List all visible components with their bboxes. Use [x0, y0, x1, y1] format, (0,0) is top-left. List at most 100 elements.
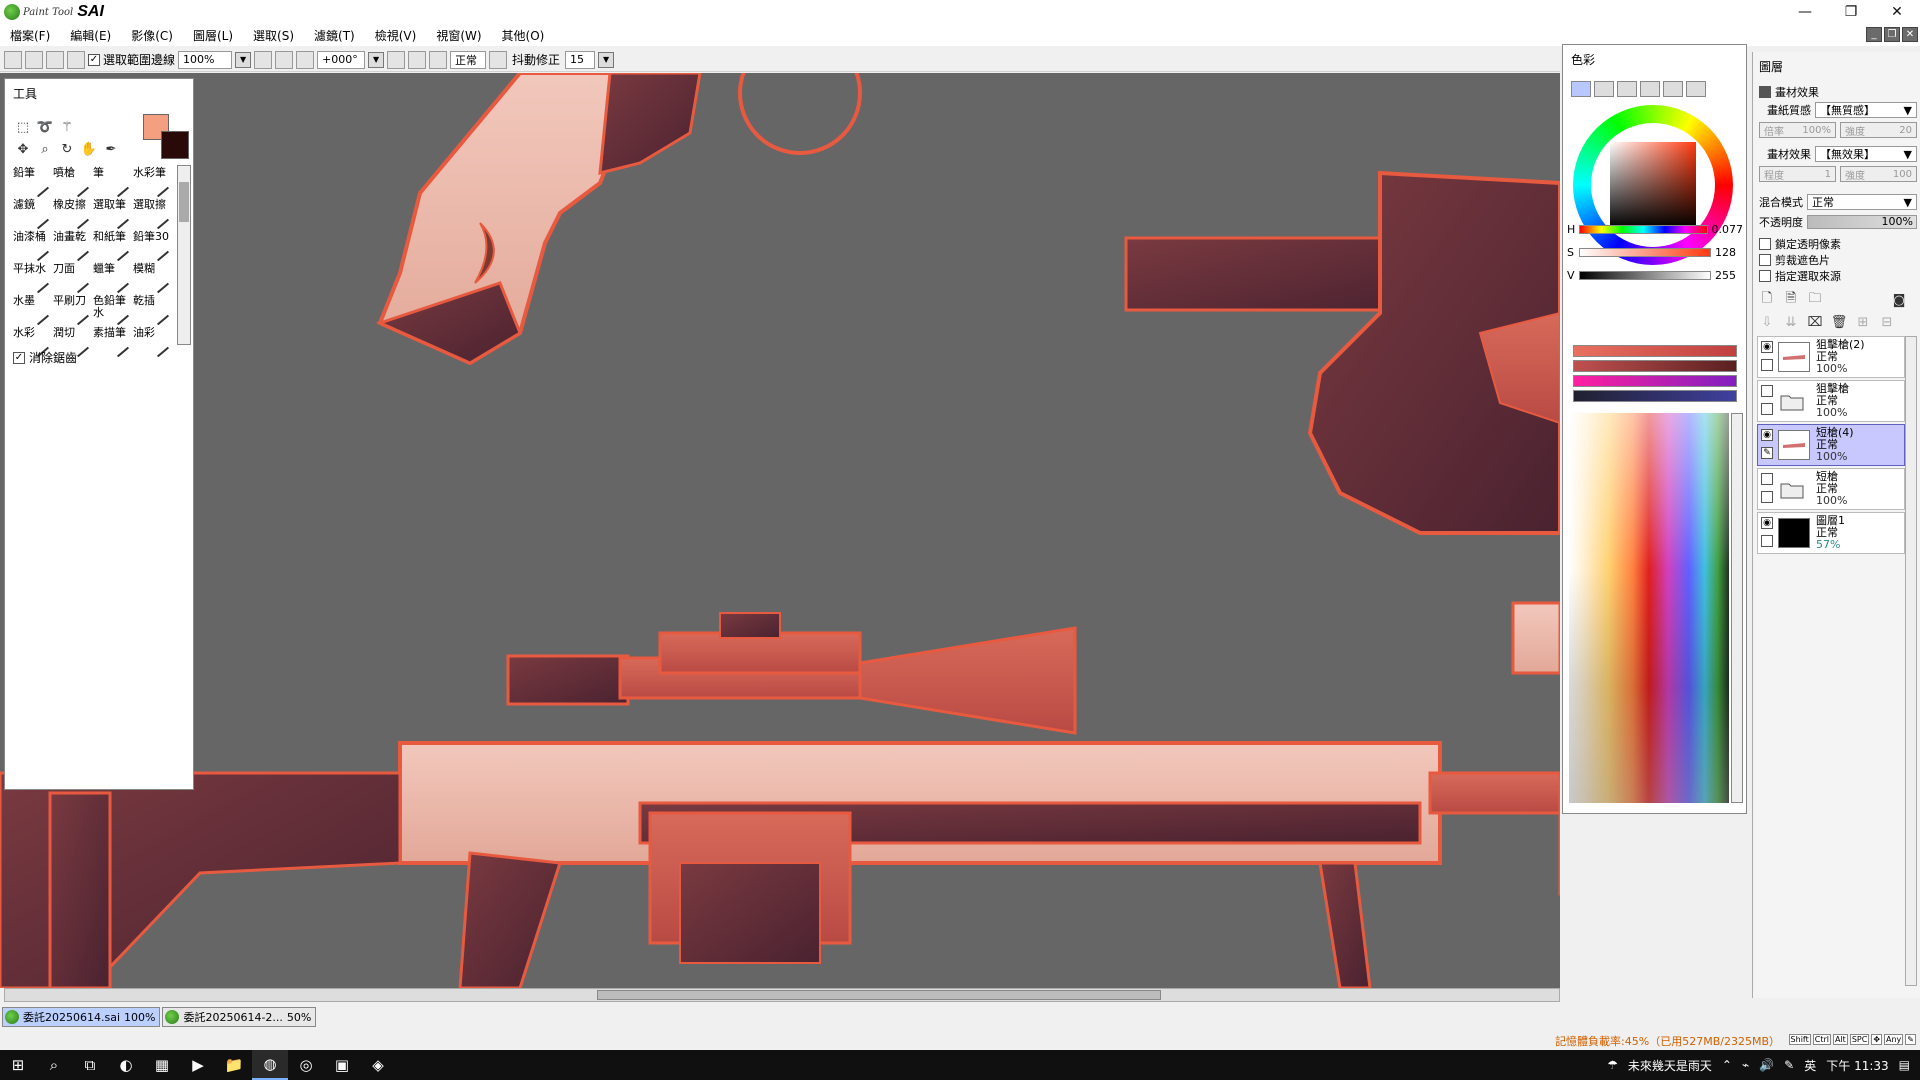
mdi-minimize-icon[interactable]: _ — [1866, 27, 1882, 42]
merge-down-icon[interactable]: ⇊ — [1783, 314, 1799, 330]
menu-layer[interactable]: 圖層(L) — [193, 27, 233, 44]
scratchpad-tab-icon[interactable] — [1686, 81, 1706, 97]
brush-tool[interactable]: 素描筆 — [93, 325, 133, 357]
hue-slider[interactable] — [1578, 225, 1708, 234]
paper-texture-select[interactable]: 【無質感】 ▼ — [1815, 102, 1917, 118]
color-bar[interactable] — [1573, 345, 1737, 357]
menu-image[interactable]: 影像(C) — [131, 27, 173, 44]
minimize-button[interactable]: — — [1782, 0, 1828, 24]
menu-file[interactable]: 檔案(F) — [10, 27, 50, 44]
restore-button[interactable]: ❐ — [1828, 0, 1874, 24]
notification-icon[interactable]: ▤ — [1899, 1058, 1910, 1072]
swatch-palette[interactable] — [1569, 413, 1729, 803]
document-tab[interactable]: 委託20250614-2... 50% — [162, 1007, 317, 1027]
flip-icon[interactable] — [489, 50, 508, 69]
selection-outline-toggle[interactable]: ✓ 選取範圍邊線 — [88, 51, 175, 68]
undo-icon[interactable] — [4, 50, 22, 69]
strength-field[interactable]: 強度 20 — [1840, 122, 1917, 138]
brush-tool[interactable]: 乾插 — [133, 293, 173, 325]
layer-mask-icon[interactable]: ◙ — [1891, 292, 1907, 308]
file-explorer-icon[interactable]: 📁 — [216, 1050, 252, 1080]
palette-scrollbar[interactable] — [1731, 413, 1743, 803]
lock-transparency-toggle[interactable]: 鎖定透明像素 — [1759, 236, 1917, 252]
clear-layer-icon[interactable]: ⌧ — [1807, 314, 1823, 330]
layer-item[interactable]: ◉ ✎ 短槍(4) 正常 100% — [1757, 424, 1905, 466]
rect-select-icon[interactable]: ⬚ — [13, 117, 33, 137]
visibility-eye-icon[interactable]: ◉ — [1761, 341, 1773, 353]
zoom-in-icon[interactable] — [275, 50, 294, 69]
color-bar[interactable] — [1573, 390, 1737, 402]
rotate-tool-icon[interactable]: ↻ — [57, 139, 77, 159]
brush-tool[interactable]: 平抹水 — [13, 261, 53, 293]
checkbox-icon[interactable]: ✓ — [13, 351, 25, 364]
checkbox-icon[interactable] — [1759, 270, 1771, 282]
zoom-tool-icon[interactable]: ⌕ — [35, 139, 55, 159]
menu-select[interactable]: 選取(S) — [253, 27, 294, 44]
zoom-reset-icon[interactable] — [296, 50, 315, 69]
copilot-icon[interactable]: ◐ — [108, 1050, 144, 1080]
move-icon[interactable]: ✥ — [13, 139, 33, 159]
checkbox-icon[interactable] — [1759, 254, 1771, 266]
degree-field[interactable]: 程度 1 — [1759, 166, 1836, 182]
delete-layer-icon[interactable]: 🗑 — [1831, 314, 1848, 330]
layer-lock-icon[interactable]: ✎ — [1761, 447, 1773, 459]
weather-icon[interactable]: ☂ — [1607, 1058, 1618, 1072]
tray-expand-icon[interactable]: ⌃ — [1722, 1058, 1732, 1072]
calculator-icon[interactable]: ▦ — [144, 1050, 180, 1080]
brush-tool[interactable]: 刀面 — [53, 261, 93, 293]
brush-tool[interactable]: 水彩筆 — [133, 165, 173, 197]
brush-tool[interactable]: 色鉛筆水 — [93, 293, 133, 325]
menu-filter[interactable]: 濾鏡(T) — [314, 27, 355, 44]
visibility-eye-icon[interactable]: ◉ — [1761, 517, 1773, 529]
rotation-dropdown-icon[interactable]: ▼ — [368, 51, 385, 68]
media-player-icon[interactable]: ▶ — [180, 1050, 216, 1080]
lasso-icon[interactable]: ➰ — [35, 117, 55, 137]
stabilizer-field[interactable]: 15 — [565, 50, 596, 69]
layer-item[interactable]: 短槍 正常 100% — [1757, 468, 1905, 510]
menu-view[interactable]: 檢視(V) — [375, 27, 417, 44]
swatches-tab-icon[interactable] — [1663, 81, 1683, 97]
layer-lock-icon[interactable] — [1761, 403, 1773, 415]
checkbox-icon[interactable] — [1759, 238, 1771, 250]
weather-text[interactable]: 未來幾天是雨天 — [1628, 1057, 1712, 1074]
hsv-slider-tab-icon[interactable] — [1617, 81, 1637, 97]
brush-tool[interactable]: 油漆桶 — [13, 229, 53, 261]
new-layer-icon[interactable]: 🗋 — [1759, 291, 1775, 308]
app-icon[interactable]: ◈ — [360, 1050, 396, 1080]
brush-tool[interactable]: 油畫乾 — [53, 229, 93, 261]
stabilizer-dropdown-icon[interactable]: ▼ — [598, 51, 615, 68]
layer-lock-icon[interactable] — [1761, 359, 1773, 371]
deselect-icon[interactable] — [46, 50, 64, 69]
zoom-field[interactable]: 100% — [178, 50, 233, 69]
menu-other[interactable]: 其他(O) — [502, 27, 545, 44]
eyedropper-icon[interactable]: ✒ — [101, 139, 121, 159]
brush-tool[interactable]: 平刷刀 — [53, 293, 93, 325]
zoom-dropdown-icon[interactable]: ▼ — [235, 51, 252, 68]
clipping-toggle[interactable]: 剪裁遮色片 — [1759, 252, 1917, 268]
drawing-canvas[interactable] — [0, 73, 1560, 988]
chrome-icon[interactable]: ◎ — [288, 1050, 324, 1080]
rotation-field[interactable]: +000° — [317, 50, 366, 69]
mdi-restore-icon[interactable]: ❐ — [1884, 27, 1900, 42]
volume-icon[interactable]: 🔊 — [1759, 1058, 1774, 1072]
brush-scrollbar[interactable] — [177, 165, 191, 345]
new-folder-icon[interactable]: 🗀 — [1807, 291, 1823, 308]
color-bar[interactable] — [1573, 360, 1737, 372]
material-effect-select[interactable]: 【無效果】 ▼ — [1815, 146, 1917, 162]
brush-tool[interactable]: 筆 — [93, 165, 133, 197]
visibility-eye-icon[interactable]: ◉ — [1761, 429, 1773, 441]
brush-tool[interactable]: 鉛筆 — [13, 165, 53, 197]
scroll-thumb[interactable] — [597, 990, 1161, 1000]
rotate-right-icon[interactable] — [408, 50, 427, 69]
brush-tool[interactable]: 濾鏡 — [13, 197, 53, 229]
color-wheel-tab-icon[interactable] — [1571, 81, 1591, 97]
menu-edit[interactable]: 編輯(E) — [70, 27, 111, 44]
line-icon[interactable]: ▣ — [324, 1050, 360, 1080]
scale-field[interactable]: 倍率 100% — [1759, 122, 1836, 138]
hue-wheel[interactable] — [1573, 105, 1733, 265]
value-slider[interactable] — [1579, 271, 1711, 280]
scroll-thumb[interactable] — [179, 182, 189, 222]
redo-icon[interactable] — [25, 50, 43, 69]
brush-tool[interactable]: 選取筆 — [93, 197, 133, 229]
sai-taskbar-icon[interactable]: ◍ — [252, 1050, 288, 1080]
